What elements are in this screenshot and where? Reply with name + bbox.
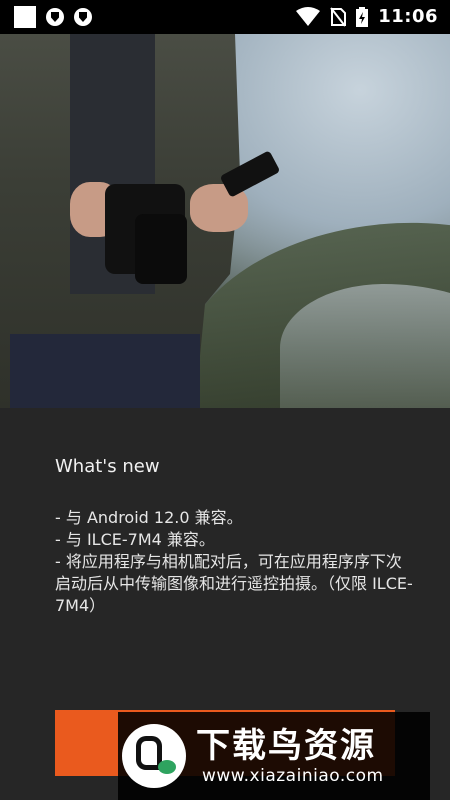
watermark-bird-logo-icon — [122, 724, 186, 788]
watermark-site-name: 下载鸟资源 — [196, 726, 376, 766]
release-notes: - 与 Android 12.0 兼容。 - 与 ILCE-7M4 兼容。 - … — [55, 507, 415, 617]
notification-square-icon — [14, 6, 36, 28]
status-bar: 11:06 — [0, 0, 450, 34]
whats-new-title: What's new — [55, 456, 160, 477]
watermark-overlay: 下载鸟资源 www.xiazainiao.com — [118, 712, 430, 800]
watermark-logo-dot — [158, 760, 176, 774]
whats-new-section: What's new - 与 Android 12.0 兼容。 - 与 ILCE… — [55, 456, 415, 617]
vpn-shield-icon — [46, 8, 64, 26]
watermark-url: www.xiazainiao.com — [202, 766, 384, 786]
release-note-item: - 与 Android 12.0 兼容。 — [55, 508, 243, 527]
release-note-item: - 与 ILCE-7M4 兼容。 — [55, 530, 215, 549]
wifi-icon — [296, 6, 321, 27]
hero-jeans — [10, 334, 200, 408]
battery-charging-icon — [356, 6, 369, 27]
status-bar-right: 11:06 — [296, 6, 438, 27]
vpn-shield-icon — [74, 8, 92, 26]
release-note-item: - 将应用程序与相机配对后，可在应用程序序下次启动后从中传输图像和进行遥控拍摄。… — [55, 552, 413, 615]
hero-camera-lens — [135, 214, 187, 284]
no-sim-icon — [330, 6, 347, 27]
status-bar-left — [14, 6, 92, 28]
status-time: 11:06 — [378, 6, 438, 27]
hero-image — [0, 34, 450, 408]
